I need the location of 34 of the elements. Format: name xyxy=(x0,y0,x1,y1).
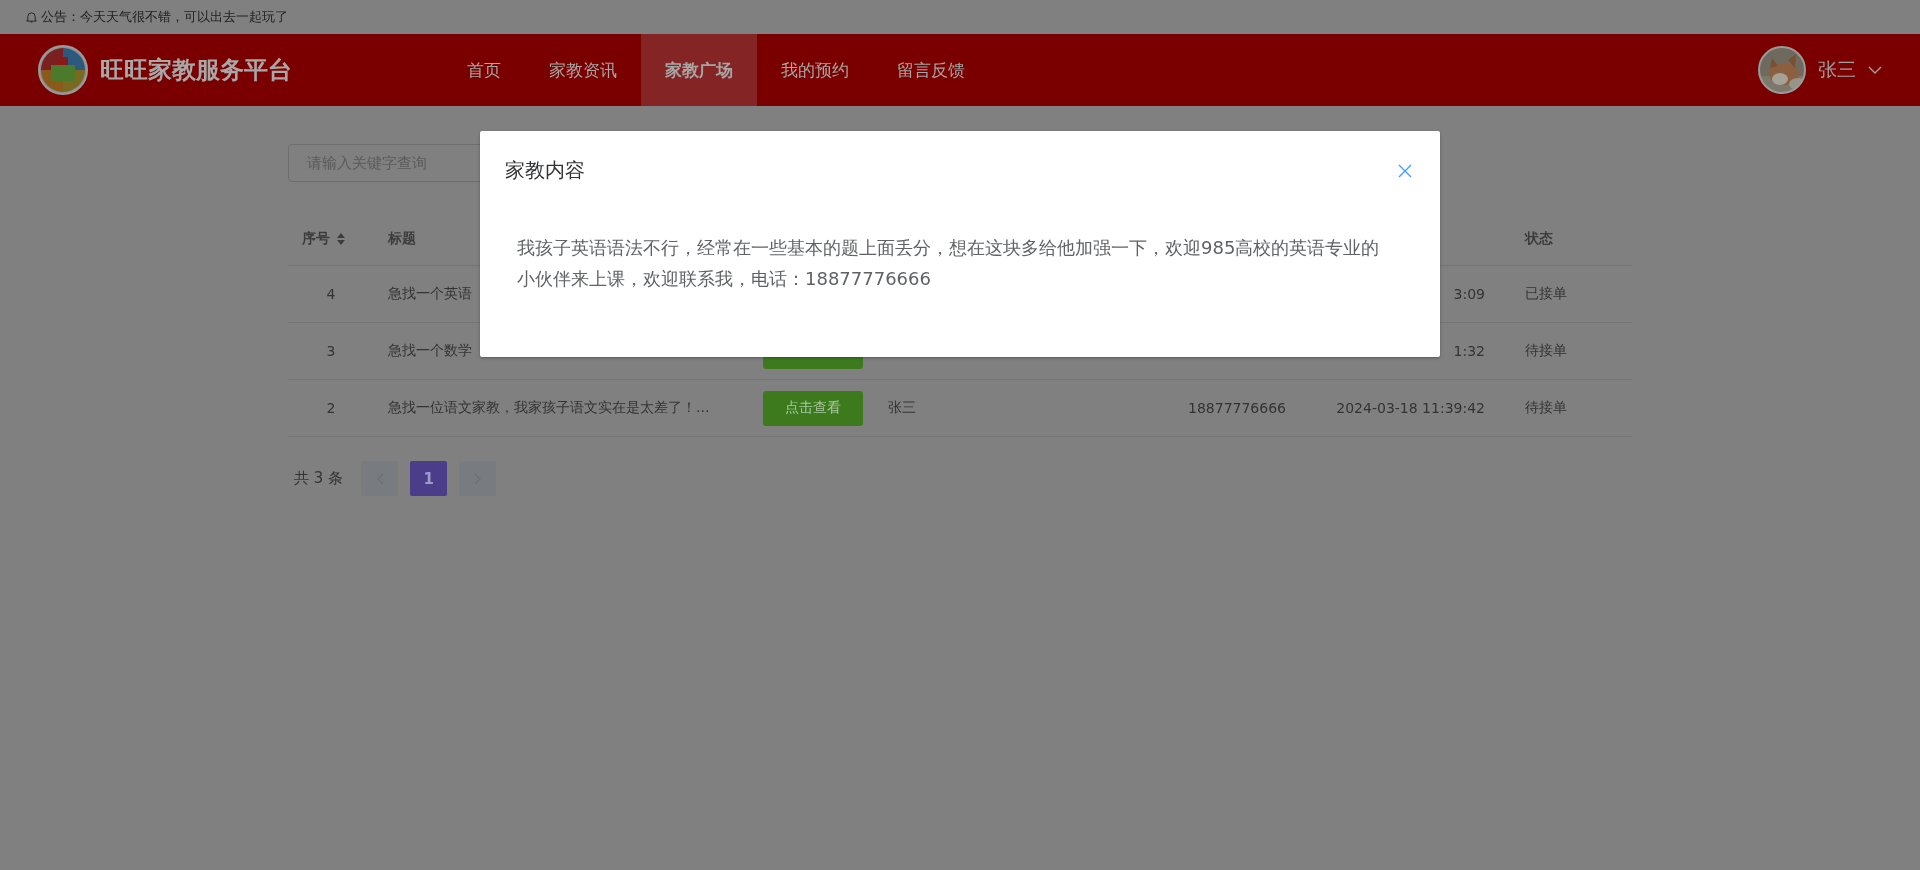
dialog-title: 家教内容 xyxy=(505,157,585,184)
column-header: 状态 xyxy=(1525,230,1553,248)
close-icon[interactable] xyxy=(1398,163,1412,178)
page-button[interactable]: 1 xyxy=(410,461,448,496)
nav-tab[interactable]: 我的预约 xyxy=(757,34,873,106)
table-cell: 急找一个英语 xyxy=(388,285,472,303)
site-title: 旺旺家教服务平台 xyxy=(100,55,292,86)
dialog-text: 我孩子英语语法不行，经常在一些基本的题上面丢分，想在这块多给他加强一下，欢迎985高校的英语专业的小伙伴来上课，欢迎联系我，电话：18877776666 xyxy=(517,236,1381,291)
table-cell: 2024-03-18 11:39:42 xyxy=(1336,400,1485,416)
column-header: 序号 xyxy=(302,230,330,248)
view-button[interactable]: 点击查看 xyxy=(763,390,863,426)
bell-icon xyxy=(26,11,37,23)
table-cell: 3:09 xyxy=(1453,286,1485,302)
nav-tab[interactable]: 留言反馈 xyxy=(873,34,989,106)
table-cell: 已接单 xyxy=(1525,285,1567,303)
table-cell: 4 xyxy=(326,286,336,302)
total-count: 共 3 条 xyxy=(294,469,344,488)
table-cell: 18877776666 xyxy=(1188,400,1286,416)
nav-tab[interactable]: 家教广场 xyxy=(641,34,757,106)
user-name[interactable]: 张三 xyxy=(1818,57,1856,83)
table-cell: 3 xyxy=(326,343,336,359)
nav-tab[interactable]: 首页 xyxy=(443,34,525,106)
table-cell: 2 xyxy=(326,400,336,416)
table-cell: 急找一位语文家教，我家孩子语文实在是太差了！... xyxy=(388,399,710,417)
table-cell: 待接单 xyxy=(1525,399,1567,417)
logo-icon xyxy=(38,45,88,95)
table-cell: 急找一个数学 xyxy=(388,342,472,360)
sort-icon[interactable] xyxy=(336,232,346,246)
chevron-down-icon[interactable] xyxy=(1868,66,1882,74)
table-cell: 待接单 xyxy=(1525,342,1567,360)
table-cell: 张三 xyxy=(888,399,916,417)
column-header: 标题 xyxy=(388,230,416,248)
nav-tab[interactable]: 家教资讯 xyxy=(525,34,641,106)
table-cell: 1:32 xyxy=(1453,343,1485,359)
